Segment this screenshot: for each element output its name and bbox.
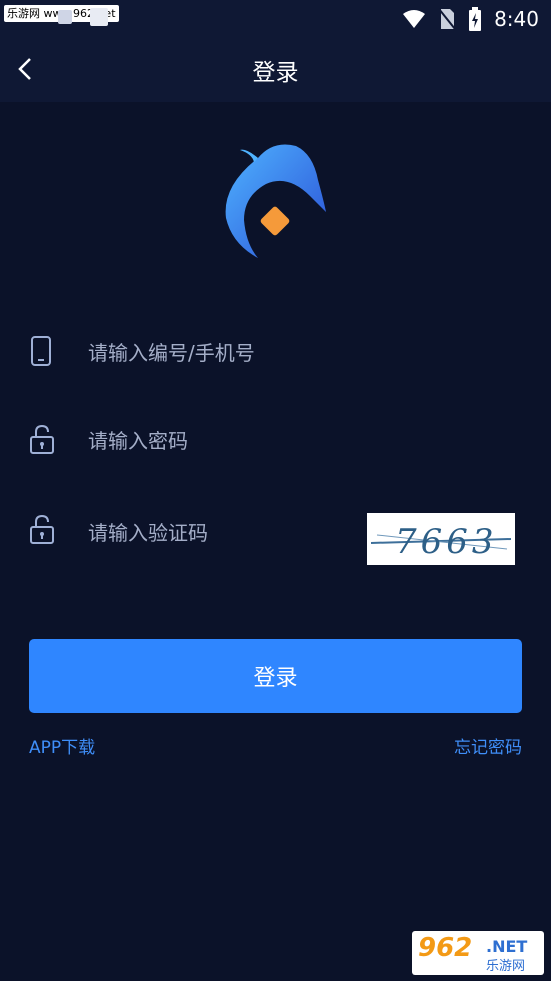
no-sim-icon: [438, 8, 456, 30]
lock-icon: [30, 514, 54, 544]
status-bar: 乐游网 www.962.net 8:40: [0, 0, 551, 36]
forgot-password-link[interactable]: 忘记密码: [454, 733, 522, 758]
watermark-logo: 962 .NET 乐游网: [412, 931, 544, 975]
clock: 8:40: [494, 7, 539, 31]
watermark-number: 962: [418, 933, 473, 963]
battery-icon: [469, 7, 482, 31]
account-input[interactable]: [86, 333, 360, 373]
watermark-site-name: 乐游网: [486, 959, 526, 974]
password-field: [28, 415, 523, 467]
captcha-graphic: 7663: [370, 522, 512, 562]
page-title: 登录: [252, 60, 299, 86]
app-download-link[interactable]: APP下载: [29, 733, 95, 758]
captcha-field: 7663: [28, 513, 523, 565]
svg-text:7663: 7663: [395, 522, 498, 562]
notification-icon: [90, 8, 108, 26]
account-field: [28, 327, 523, 379]
password-input[interactable]: [86, 421, 360, 461]
nav-bar: 登录: [0, 36, 551, 102]
captcha-image[interactable]: 7663: [367, 513, 515, 565]
wifi-icon: [403, 10, 426, 28]
dolphin-logo: [225, 144, 326, 258]
login-button[interactable]: 登录: [29, 639, 522, 713]
lock-icon: [30, 424, 54, 454]
notification-icon: [58, 10, 72, 24]
captcha-input[interactable]: [86, 513, 360, 553]
phone-icon: [31, 336, 51, 366]
watermark-net: .NET: [486, 937, 528, 956]
